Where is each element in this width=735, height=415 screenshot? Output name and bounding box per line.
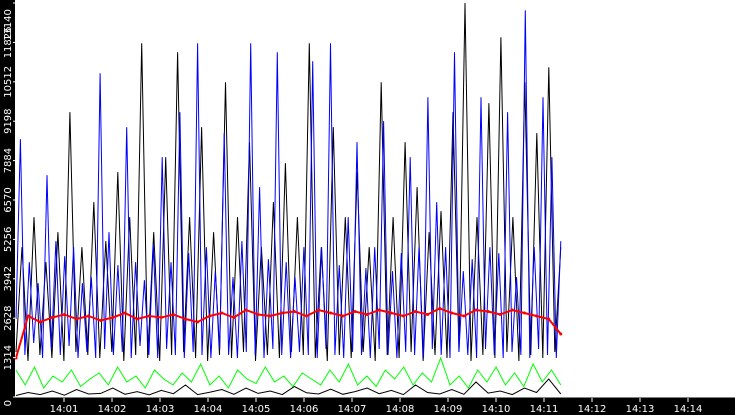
x-tick-label: 14:08 (386, 404, 415, 415)
x-tick-label: 14:14 (674, 404, 703, 415)
y-tick-label: 6570 (3, 187, 14, 212)
red-point (474, 308, 478, 312)
red-point (486, 310, 490, 314)
y-tick-label: 7884 (3, 148, 14, 173)
red-point (317, 308, 321, 312)
red-point (462, 314, 466, 318)
red-point (38, 320, 42, 324)
red-point (183, 317, 187, 321)
red-point (547, 317, 551, 321)
x-tick-label: 14:11 (530, 404, 559, 415)
y-tick-label: 13140 (3, 9, 14, 41)
red-point (123, 311, 127, 315)
red-point (535, 314, 539, 318)
y-tick-label: 1314 (3, 345, 14, 370)
red-point (111, 316, 115, 320)
red-point (26, 314, 30, 318)
y-tick-label: 3942 (3, 266, 14, 291)
red-point (329, 311, 333, 315)
red-point (171, 313, 175, 317)
red-point (135, 317, 139, 321)
red-point (498, 313, 502, 317)
red-point (196, 320, 200, 324)
y-axis: 0131426283942525665707884919810512118261… (3, 2, 16, 406)
x-tick-label: 14:06 (290, 404, 319, 415)
red-point (426, 313, 430, 317)
line-chart: 0131426283942525665707884919810512118261… (3, 0, 735, 415)
red-point (353, 310, 357, 314)
x-tick-label: 14:10 (482, 404, 511, 415)
x-tick-label: 14:13 (626, 404, 655, 415)
red-point (62, 313, 66, 317)
red-point (305, 314, 309, 318)
red-point (413, 310, 417, 314)
red-point (244, 308, 248, 312)
x-tick-label: 14:03 (146, 404, 175, 415)
red-point (341, 314, 345, 318)
red-point (377, 308, 381, 312)
x-tick-label: 14:09 (434, 404, 463, 415)
red-point (75, 317, 79, 321)
red-point (87, 314, 91, 318)
red-point (208, 314, 212, 318)
y-tick-label: 2628 (3, 305, 14, 330)
red-point (280, 311, 284, 315)
x-tick-label: 14:07 (338, 404, 367, 415)
x-tick-label: 14:02 (98, 404, 127, 415)
x-tick-label: 14:12 (578, 404, 607, 415)
x-tick-label: 14:04 (194, 404, 223, 415)
y-tick-label: 5256 (3, 227, 14, 252)
red-point (401, 314, 405, 318)
red-point (50, 316, 54, 320)
x-axis: 14:01 14:02 14:03 14:04 14:05 14:06 14:07 14:08… (15, 397, 735, 415)
red-point (220, 311, 224, 315)
red-point (232, 316, 236, 320)
red-point (389, 311, 393, 315)
red-point (159, 316, 163, 320)
red-point (147, 314, 151, 318)
y-tick-label: 0 (3, 400, 14, 406)
x-tick-label: 14:05 (242, 404, 271, 415)
red-point (510, 308, 514, 312)
red-point (450, 311, 454, 315)
red-point (559, 332, 563, 336)
x-tick-label: 14:01 (50, 404, 79, 415)
red-point (438, 307, 442, 311)
red-point (256, 313, 260, 317)
red-point (99, 319, 103, 323)
red-point (365, 313, 369, 317)
red-point (292, 310, 296, 314)
y-tick-label: 10512 (3, 66, 14, 98)
red-point (268, 314, 272, 318)
y-tick-label: 9198 (3, 108, 14, 133)
red-point (522, 311, 526, 315)
